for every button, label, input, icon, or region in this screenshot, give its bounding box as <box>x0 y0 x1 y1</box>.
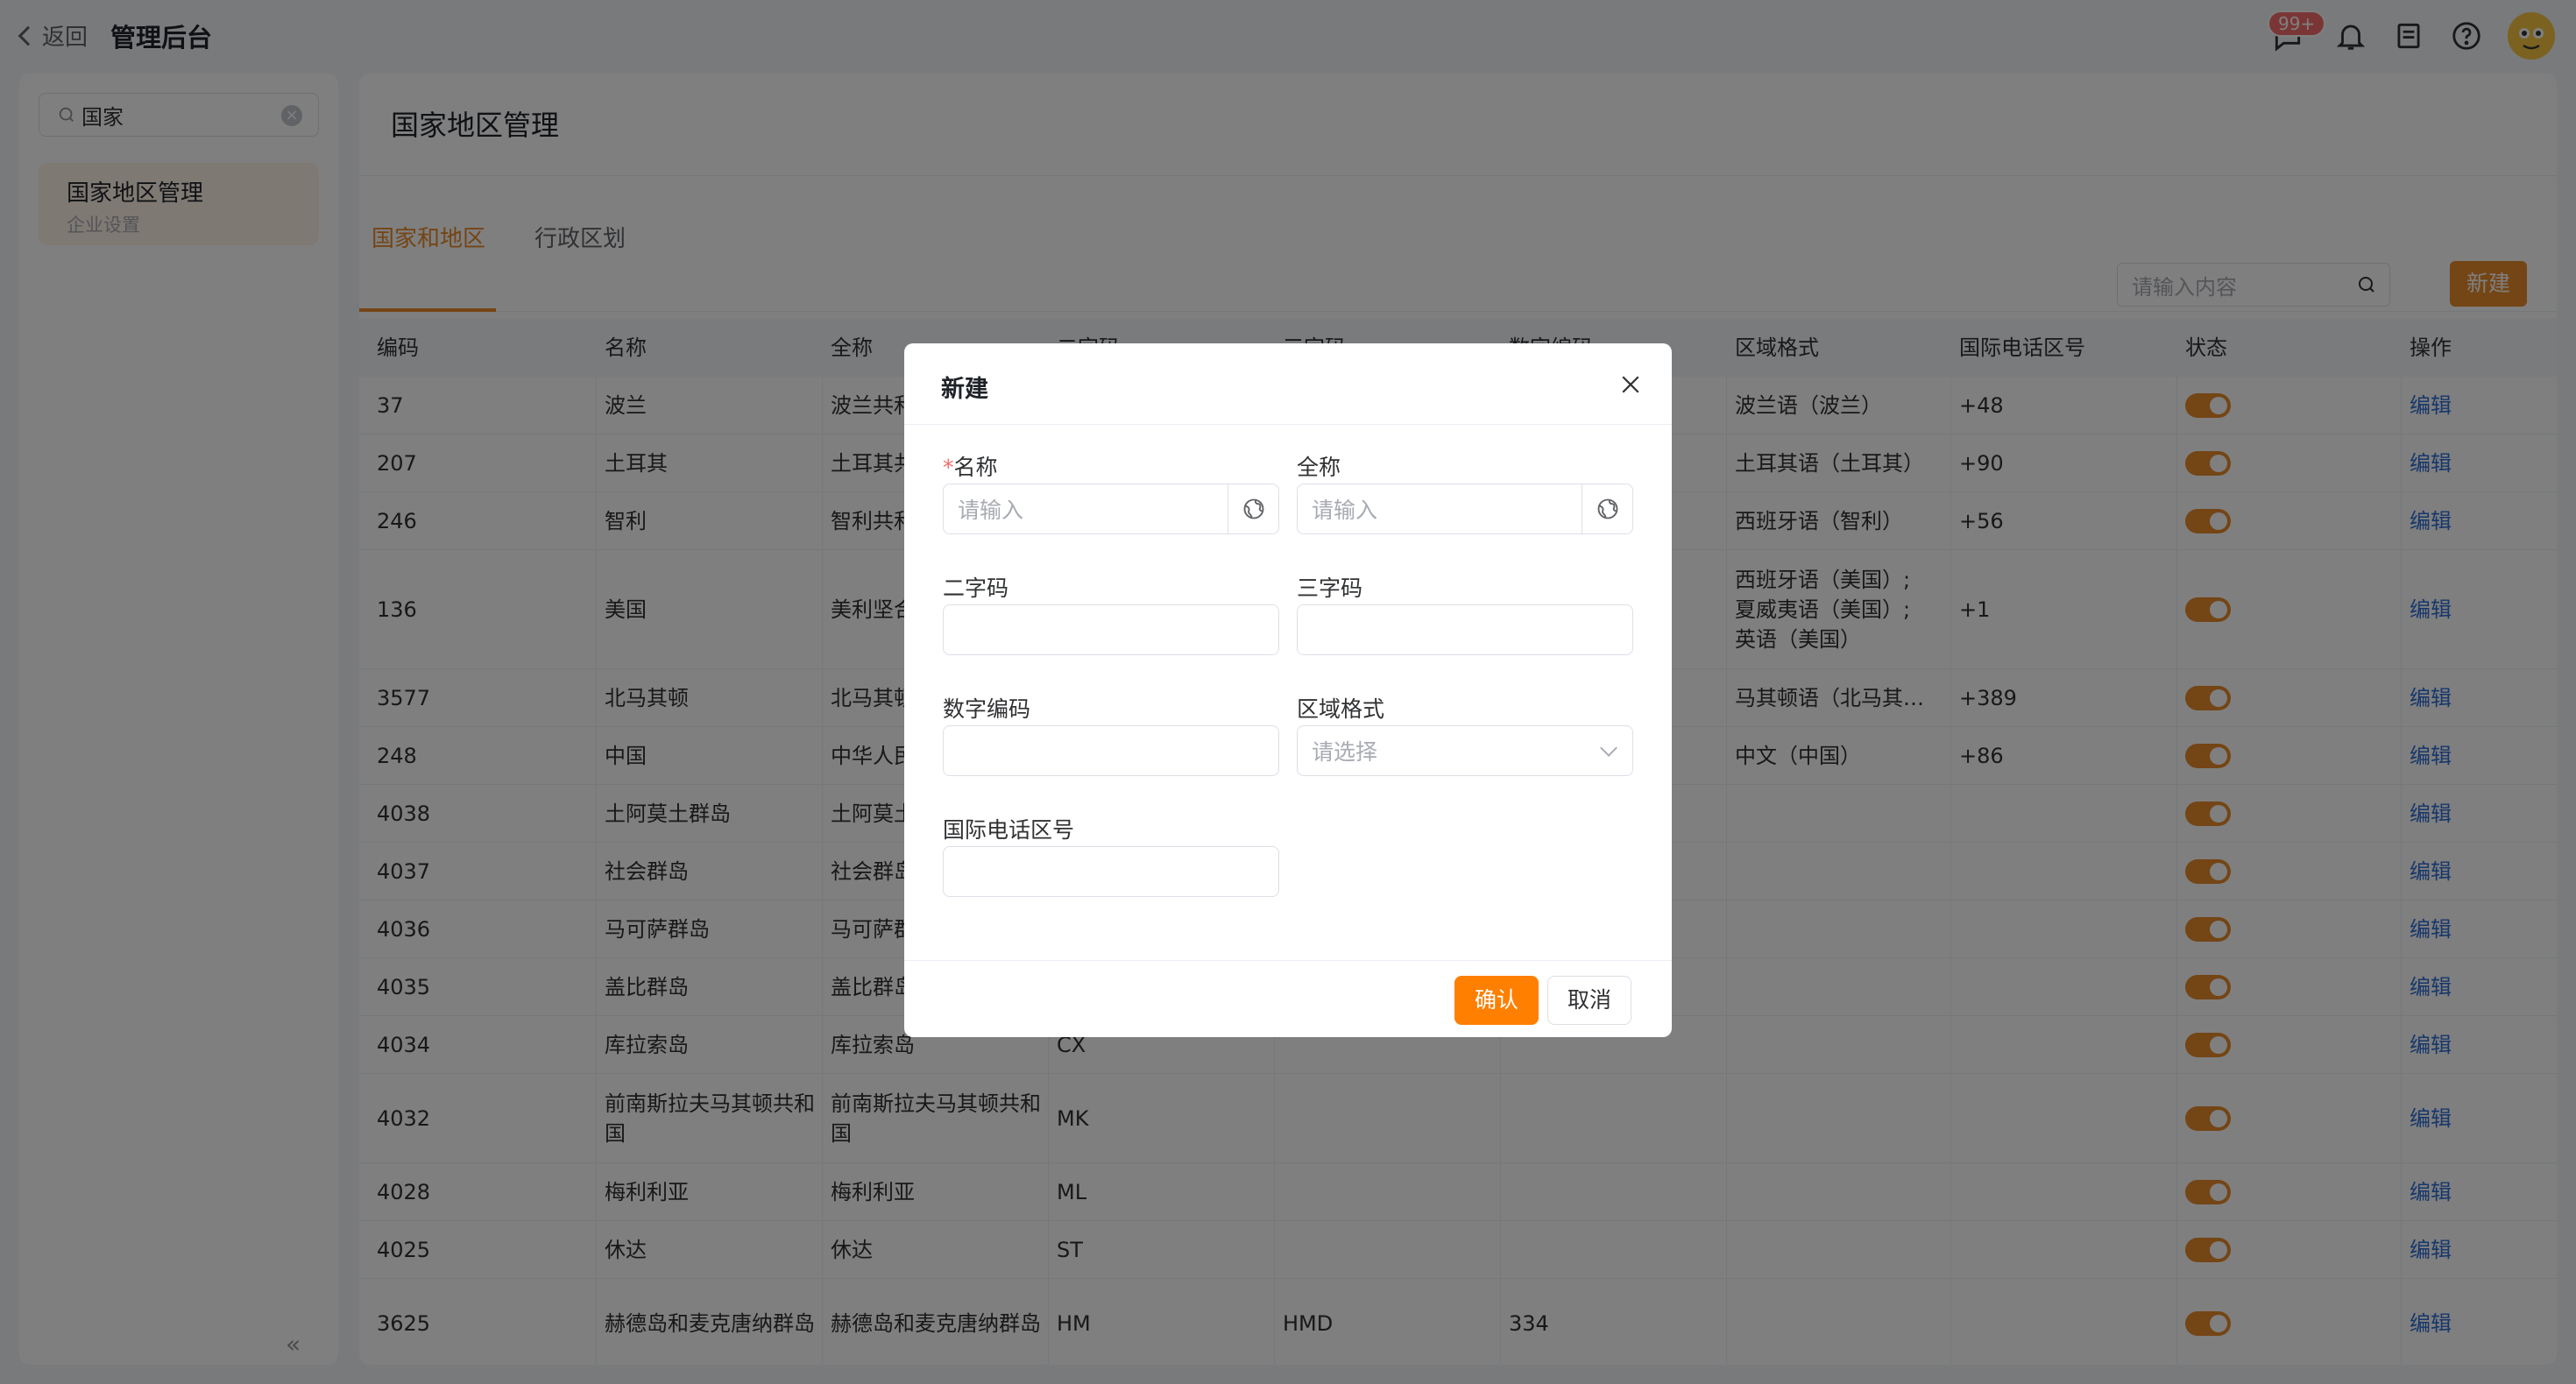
two-code-label: 二字码 <box>943 575 1009 601</box>
close-icon[interactable] <box>1617 371 1644 398</box>
fullname-placeholder: 请输入 <box>1312 498 1378 523</box>
dialog-title: 新建 <box>941 376 988 403</box>
globe-icon <box>1243 498 1263 519</box>
name-placeholder: 请输入 <box>958 498 1024 523</box>
name-input[interactable]: 请输入 <box>943 484 1279 534</box>
dialog-footer-divider <box>904 960 1672 961</box>
num-code-label: 数字编码 <box>943 696 1031 722</box>
name-label: *名称 <box>943 450 998 482</box>
fullname-translate-button[interactable] <box>1582 484 1632 533</box>
required-mark: * <box>943 455 954 480</box>
fullname-label: 全称 <box>1297 455 1341 480</box>
cancel-button[interactable]: 取消 <box>1547 976 1631 1025</box>
name-translate-button[interactable] <box>1228 484 1278 533</box>
three-code-label: 三字码 <box>1297 575 1363 601</box>
phone-code-input[interactable] <box>943 846 1279 897</box>
region-format-select[interactable]: 请选择 <box>1297 725 1633 776</box>
new-dialog: 新建 *名称 请输入 全称 请输入 二字码 三字码 数字编码 区域格式 请选择 … <box>904 343 1672 1037</box>
fullname-input[interactable]: 请输入 <box>1297 484 1633 534</box>
dialog-header-divider <box>904 424 1672 425</box>
region-format-label: 区域格式 <box>1297 696 1385 722</box>
region-format-placeholder: 请选择 <box>1312 739 1378 765</box>
name-label-text: 名称 <box>953 455 998 480</box>
globe-icon <box>1597 498 1617 519</box>
num-code-input[interactable] <box>943 725 1279 776</box>
phone-code-label: 国际电话区号 <box>943 817 1075 843</box>
confirm-button[interactable]: 确认 <box>1454 976 1539 1025</box>
three-code-input[interactable] <box>1297 604 1633 655</box>
chevron-down-icon <box>1600 739 1617 757</box>
two-code-input[interactable] <box>943 604 1279 655</box>
